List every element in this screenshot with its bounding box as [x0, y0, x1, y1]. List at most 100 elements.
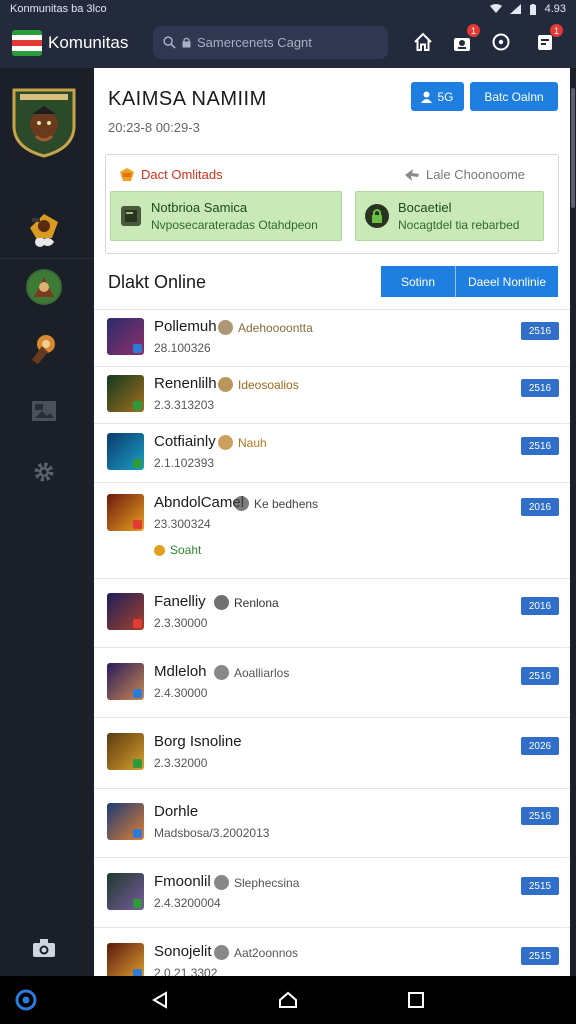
main-content: KAIMSA NAMIIM 20:23-8 00:29-3 5G Batc Oa…: [94, 68, 570, 976]
home-button[interactable]: [411, 30, 435, 54]
star-icon: [120, 168, 134, 181]
assistant-button[interactable]: [14, 988, 38, 1012]
status-card-subtitle: Nocagtdel tia rebarbed: [398, 218, 520, 232]
score-badge[interactable]: 2016: [521, 498, 559, 516]
list-item[interactable]: Sonojelit 2.0.21.3302 Aat2oonnos 2515: [94, 928, 570, 976]
user-avatar-emblem[interactable]: [10, 86, 78, 158]
list-item[interactable]: Pollemuh 28.100326 Adehoooontta 2516: [94, 310, 570, 367]
section-title: Dlakt Online: [108, 272, 207, 292]
meta-icon: [234, 496, 249, 511]
platform-dot-icon: [133, 759, 142, 768]
game-thumbnail-icon: [107, 375, 144, 412]
list-item[interactable]: Renenlilh 2.3.313203 Ideosoalios 2516: [94, 367, 570, 424]
book-icon: [121, 206, 141, 226]
member-meta: Ke bedhens: [234, 496, 318, 511]
list-item[interactable]: Cotfiainly 2.1.102393 Nauh 2516: [94, 424, 570, 483]
meta-icon: [214, 875, 229, 890]
list-item[interactable]: Borg Isnoline 2.3.32000 2026: [94, 718, 570, 789]
navigation-bar: [0, 976, 576, 1024]
scroll-thumb[interactable]: [571, 88, 575, 208]
status-time: 4.93: [544, 3, 566, 15]
member-name: Sonojelit: [154, 943, 212, 960]
platform-dot-icon: [133, 459, 142, 468]
platform-dot-icon: [133, 401, 142, 410]
settings-icon: [34, 462, 54, 482]
profile-notification-button[interactable]: 1: [450, 24, 480, 54]
score-badge[interactable]: 2516: [521, 667, 559, 685]
score-badge[interactable]: 2516: [521, 807, 559, 825]
home-nav-button[interactable]: [276, 988, 300, 1012]
game-character-icon: [32, 335, 55, 364]
battery-icon: [529, 3, 536, 15]
lock-badge-icon: [365, 204, 389, 228]
primary-action-button[interactable]: Batc Oalnn: [470, 82, 558, 111]
notification-card[interactable]: Notbrioa Samica Nvposecarateradas Otahdp…: [110, 191, 342, 241]
home-nav-icon: [279, 991, 297, 1008]
score-badge[interactable]: 2516: [521, 379, 559, 397]
member-name: Cotfiainly: [154, 433, 216, 450]
sidebar-item-game-3[interactable]: [26, 330, 62, 366]
follower-button[interactable]: 5G: [411, 82, 464, 111]
notifications-button[interactable]: 1: [533, 24, 563, 54]
compass-button[interactable]: [489, 30, 513, 54]
platform-dot-icon: [133, 619, 142, 628]
member-meta-text: Nauh: [238, 435, 267, 450]
lock-icon: [182, 37, 191, 48]
panel-right-title-text: Lale Choonoome: [426, 167, 526, 182]
meta-icon: [214, 595, 229, 610]
scrollbar[interactable]: [570, 68, 576, 976]
game-thumbnail-icon: [107, 943, 144, 976]
member-meta-text: Ideosoalios: [238, 377, 299, 392]
list-item[interactable]: Mdleloh 2.4.30000 Aoalliarlos 2516: [94, 648, 570, 718]
meta-icon: [218, 377, 233, 392]
status-card[interactable]: Bocaetiel Nocagtdel tia rebarbed: [355, 191, 544, 241]
member-name: Borg Isnoline: [154, 733, 242, 750]
coin-icon: [154, 544, 165, 556]
sidebar-item-game-1[interactable]: [26, 208, 62, 244]
member-meta-text: Aat2oonnos: [234, 945, 299, 960]
profile-name: KAIMSA NAMIIM: [108, 88, 267, 110]
search-bar[interactable]: [153, 26, 388, 59]
search-input[interactable]: [197, 35, 387, 50]
member-meta: Aat2oonnos: [214, 945, 298, 960]
list-item[interactable]: Dorhle Madsbosa/3.2002013 2516: [94, 789, 570, 858]
app-title: Komunitas: [48, 33, 129, 52]
sidebar-item-settings[interactable]: [26, 454, 62, 490]
notification-badge: 1: [550, 24, 563, 37]
score-badge[interactable]: 2515: [521, 947, 559, 965]
list-item[interactable]: AbndolCamel 23.300324 Ke bedhens Soaht 2016: [94, 483, 570, 579]
member-meta: Aoalliarlos: [214, 665, 289, 680]
sidebar-divider: [0, 258, 94, 259]
member-name: Pollemuh: [154, 318, 217, 335]
screen: Konmunitas ba 3lco 4.93 Komunitas 1: [0, 0, 576, 1024]
score-badge[interactable]: 2016: [521, 597, 559, 615]
score-badge[interactable]: 2516: [521, 322, 559, 340]
app-logo: [12, 30, 42, 56]
gallery-icon: [32, 401, 56, 421]
score-badge[interactable]: 2515: [521, 877, 559, 895]
tab-right[interactable]: Daeel Nonlinie: [456, 266, 558, 297]
panel-right-title: Lale Choonoome: [404, 167, 525, 182]
sidebar-camera-button[interactable]: [26, 930, 62, 966]
member-meta-text: Slephecsina: [234, 875, 300, 890]
home-icon: [414, 32, 432, 51]
back-button[interactable]: [148, 988, 172, 1012]
score-badge[interactable]: 2026: [521, 737, 559, 755]
list-item[interactable]: Fmoonlil 2.4.3200004 Slephecsina 2515: [94, 858, 570, 928]
sidebar-item-game-2[interactable]: [26, 269, 62, 305]
compass-icon: [492, 33, 510, 51]
game-thumbnail-icon: [107, 873, 144, 910]
tab-left[interactable]: Sotinn: [381, 266, 455, 297]
platform-dot-icon: [133, 344, 142, 353]
recents-button[interactable]: [404, 988, 428, 1012]
platform-dot-icon: [133, 829, 142, 838]
score-badge[interactable]: 2516: [521, 437, 559, 455]
member-meta: Slephecsina: [214, 875, 299, 890]
game-thumbnail-icon: [107, 733, 144, 770]
member-name: Mdleloh: [154, 663, 207, 680]
member-date: 2.1.102393: [154, 456, 215, 470]
member-name: Dorhle: [154, 803, 199, 820]
sidebar-item-gallery[interactable]: [26, 392, 62, 428]
list-item[interactable]: Fanelliy 2.3.30000 Renlona 2016: [94, 579, 570, 648]
platform-dot-icon: [133, 969, 142, 976]
